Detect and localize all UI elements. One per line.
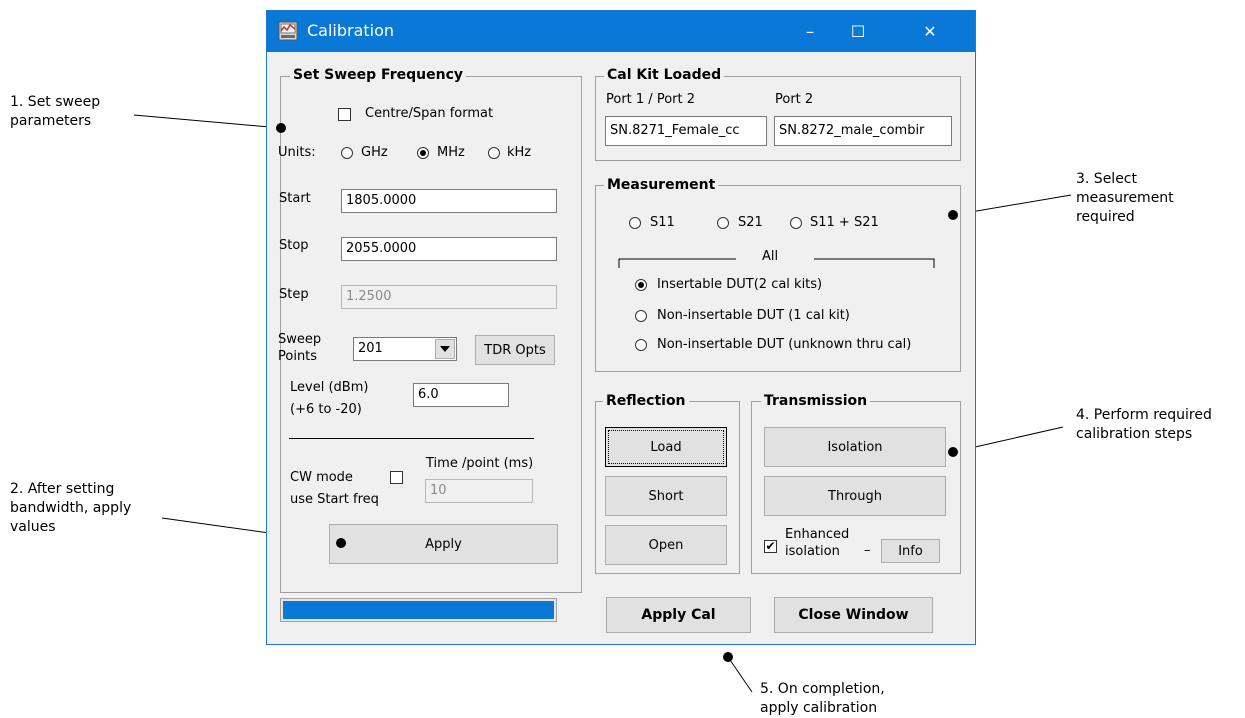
sweep-group-title: Set Sweep Frequency [290, 67, 466, 83]
annotation-5: 5. On completion, apply calibration [760, 681, 885, 716]
units-ghz-radio[interactable] [341, 147, 353, 159]
all-label: All [762, 249, 779, 264]
sweep-points-value: 201 [358, 341, 383, 356]
progress-bar [280, 598, 557, 622]
start-input[interactable]: 1805.0000 [341, 189, 557, 213]
level-label-2: (+6 to -20) [290, 402, 362, 417]
annotation-dot-3 [948, 210, 958, 220]
s21-label: S21 [738, 215, 763, 230]
non-insertable-unknown-radio[interactable] [635, 339, 647, 351]
start-label: Start [279, 191, 311, 206]
units-mhz-label: MHz [437, 145, 465, 160]
calkit-group-title: Cal Kit Loaded [604, 67, 725, 83]
centre-span-checkbox[interactable] [338, 108, 351, 121]
annotation-dot-5 [723, 652, 733, 662]
through-button[interactable]: Through [764, 476, 946, 516]
non-insertable-1kit-label: Non-insertable DUT (1 cal kit) [657, 308, 850, 323]
sweep-points-label-1: Sweep [278, 332, 322, 347]
s11-radio[interactable] [629, 217, 641, 229]
units-label: Units: [278, 145, 316, 160]
annotation-1: 1. Set sweep parameters [10, 94, 101, 129]
measurement-group-title: Measurement [604, 177, 719, 193]
enhanced-isolation-checkbox[interactable]: ✔ [764, 540, 777, 553]
open-button[interactable]: Open [605, 525, 727, 565]
app-icon [278, 21, 298, 41]
stop-label: Stop [279, 238, 309, 253]
annotation-dot-4 [948, 447, 958, 457]
annotation-dot-2 [336, 538, 346, 548]
cw-start-freq-label: use Start freq [290, 492, 379, 507]
s11-label: S11 [650, 215, 675, 230]
port12-field[interactable]: SN.8271_Female_cc [605, 116, 767, 146]
annotation-2: 2. After setting bandwidth, apply values [10, 481, 132, 535]
transmission-group-title: Transmission [761, 393, 871, 409]
time-per-point-label: Time /point (ms) [426, 456, 534, 471]
stop-input[interactable]: 2055.0000 [341, 237, 557, 261]
annotation-line-5 [727, 656, 753, 693]
port12-label: Port 1 / Port 2 [606, 92, 695, 107]
load-button[interactable]: Load [605, 427, 727, 467]
step-input[interactable]: 1.2500 [341, 285, 557, 309]
annotation-dot-1 [276, 123, 286, 133]
sweep-points-dropdown-button[interactable] [435, 339, 455, 359]
sweep-points-label-2: Points [278, 349, 318, 364]
close-button[interactable]: ✕ [907, 11, 953, 52]
non-insertable-1kit-radio[interactable] [635, 310, 647, 322]
level-input[interactable]: 6.0 [413, 383, 509, 407]
units-khz-label: kHz [507, 145, 532, 160]
cw-mode-checkbox[interactable] [390, 471, 403, 484]
apply-cal-button[interactable]: Apply Cal [606, 597, 751, 633]
annotation-4: 4. Perform required calibration steps [1076, 407, 1212, 442]
minimize-button[interactable]: – [787, 11, 833, 52]
s21-radio[interactable] [717, 217, 729, 229]
cw-mode-label: CW mode [290, 470, 353, 485]
chevron-down-icon [440, 346, 450, 352]
annotation-3: 3. Select measurement required [1076, 171, 1174, 225]
s11-s21-radio[interactable] [790, 217, 802, 229]
tdr-options-button[interactable]: TDR Opts [475, 335, 555, 365]
isolation-button[interactable]: Isolation [764, 427, 946, 467]
close-window-button[interactable]: Close Window [774, 597, 933, 633]
reflection-group-title: Reflection [603, 393, 689, 409]
port2-label: Port 2 [775, 92, 814, 107]
units-khz-radio[interactable] [488, 147, 500, 159]
insertable-dut-radio[interactable] [635, 279, 647, 291]
info-button[interactable]: Info [881, 539, 940, 563]
units-mhz-radio[interactable] [417, 147, 429, 159]
enhanced-label: Enhanced [785, 527, 850, 542]
maximize-button[interactable]: ☐ [835, 11, 881, 52]
window-title: Calibration [307, 21, 395, 40]
port2-field[interactable]: SN.8272_male_combir [774, 116, 952, 146]
level-label-1: Level (dBm) [290, 380, 369, 395]
apply-button[interactable]: Apply [329, 524, 558, 564]
progress-bar-fill [283, 601, 554, 619]
isolation-label: isolation [785, 544, 840, 559]
time-per-point-input[interactable]: 10 [425, 479, 533, 503]
non-insertable-unknown-label: Non-insertable DUT (unknown thru cal) [657, 337, 912, 352]
sweep-divider [289, 438, 534, 439]
annotation-line-1 [133, 114, 282, 129]
step-label: Step [279, 287, 309, 302]
units-ghz-label: GHz [361, 145, 388, 160]
insertable-dut-label: Insertable DUT(2 cal kits) [657, 277, 823, 292]
centre-span-label: Centre/Span format [365, 106, 494, 121]
calibration-window: Calibration – ☐ ✕ Set Sweep Frequency Ce… [266, 10, 976, 645]
title-bar[interactable]: Calibration – ☐ ✕ [267, 11, 975, 52]
info-dash: – [864, 543, 871, 558]
s11-s21-label: S11 + S21 [810, 215, 879, 230]
short-button[interactable]: Short [605, 476, 727, 516]
